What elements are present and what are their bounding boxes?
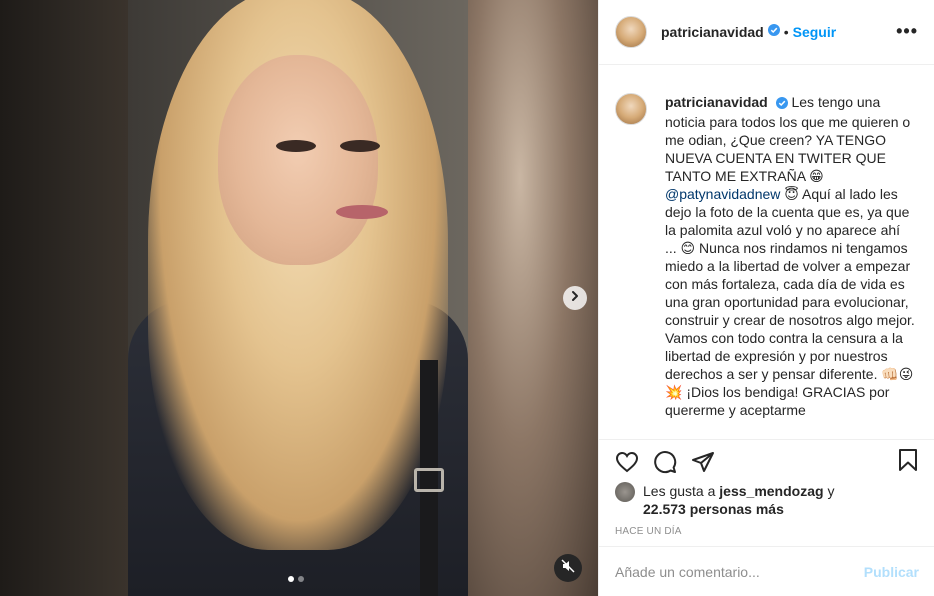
post-photo[interactable] (128, 0, 468, 596)
post-actions: Les gusta a jess_mendozag y 22.573 perso… (599, 439, 934, 537)
follow-button[interactable]: Seguir (793, 24, 837, 40)
post-media (0, 0, 598, 596)
header-username[interactable]: patricianavidad (661, 24, 764, 40)
likes-joiner: y (827, 483, 835, 499)
likes-summary: Les gusta a jess_mendozag y 22.573 perso… (599, 482, 934, 518)
avatar[interactable] (615, 93, 647, 125)
media-blur-left (0, 0, 128, 596)
liker-username-link[interactable]: jess_mendozag (719, 483, 823, 499)
verified-badge-icon (775, 95, 788, 113)
mute-toggle-button[interactable] (554, 554, 582, 582)
comment-input[interactable] (615, 563, 864, 580)
post-header: patricianavidad • Seguir ••• (599, 0, 934, 65)
add-comment-bar: Publicar (599, 546, 934, 596)
caption-text-part2: 😇 Aquí al lado les dejo la foto de la cu… (665, 186, 915, 418)
avatar[interactable] (615, 16, 647, 48)
post-sidebar: patricianavidad • Seguir ••• patricianav… (598, 0, 934, 596)
comment-bubble-icon[interactable] (653, 450, 677, 474)
caption: patricianavidad Les tengo una noticia pa… (615, 93, 919, 419)
comments-area[interactable]: patricianavidad Les tengo una noticia pa… (599, 65, 934, 439)
avatar[interactable] (615, 482, 635, 502)
carousel-dot (288, 576, 294, 582)
likes-text: Les gusta a jess_mendozag y 22.573 perso… (643, 482, 834, 518)
caption-username[interactable]: patricianavidad (665, 94, 768, 110)
caption-text: patricianavidad Les tengo una noticia pa… (665, 93, 915, 419)
likes-prefix: Les gusta a (643, 483, 716, 499)
bookmark-icon[interactable] (897, 448, 919, 477)
carousel-indicator (288, 576, 304, 582)
speaker-muted-icon (561, 558, 575, 578)
likes-count-link[interactable]: 22.573 personas más (643, 501, 784, 517)
caption-mention-link[interactable]: @patynavidadnew (665, 186, 780, 202)
more-options-icon[interactable]: ••• (896, 22, 918, 40)
chevron-right-icon (569, 289, 581, 307)
post-timestamp[interactable]: HACE UN DÍA (599, 526, 934, 537)
verified-badge-icon (767, 23, 780, 41)
carousel-dot (298, 576, 304, 582)
heart-icon[interactable] (615, 450, 639, 474)
separator: • (783, 24, 789, 40)
paper-plane-icon[interactable] (691, 450, 715, 474)
carousel-next-button[interactable] (563, 286, 587, 310)
action-icons (599, 444, 934, 480)
publish-button[interactable]: Publicar (864, 564, 919, 580)
